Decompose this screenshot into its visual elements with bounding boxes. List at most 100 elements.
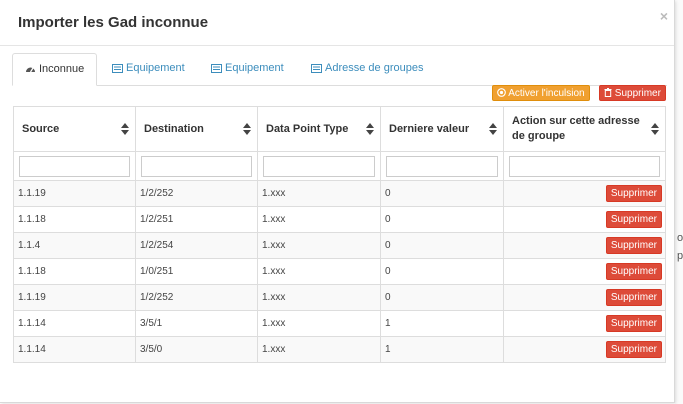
table-row: 1.1.14 3/5/0 1.xxx 1 Supprimer (13, 336, 666, 363)
cell-action: Supprimer (503, 284, 666, 311)
list-icon (311, 64, 322, 73)
cell-action: Supprimer (503, 310, 666, 337)
cell-dpt: 1.xxx (257, 284, 381, 311)
cell-source: 1.1.18 (13, 206, 136, 233)
cell-dpt: 1.xxx (257, 180, 381, 207)
tab-label: Equipement (126, 62, 185, 74)
cell-dpt: 1.xxx (257, 310, 381, 337)
header-row: Source Destination Data Point Type Derni… (13, 106, 666, 152)
column-label: Data Point Type (266, 123, 349, 135)
delete-row-button[interactable]: Supprimer (605, 289, 662, 306)
cell-source: 1.1.14 (13, 336, 136, 363)
filter-destination-input[interactable] (141, 155, 252, 177)
cell-destination: 3/5/1 (135, 310, 258, 337)
filter-row (13, 151, 666, 181)
sort-icon (121, 123, 129, 135)
delete-row-button[interactable]: Supprimer (605, 315, 662, 332)
table-row: 1.1.18 1/2/251 1.xxx 0 Supprimer (13, 206, 666, 233)
column-header-data-point-type[interactable]: Data Point Type (257, 106, 381, 152)
sort-icon (243, 123, 251, 135)
filter-dpt-input[interactable] (263, 155, 375, 177)
cell-source: 1.1.19 (13, 180, 136, 207)
cell-value: 1 (380, 310, 504, 337)
cell-value: 0 (380, 180, 504, 207)
activate-inclusion-button[interactable]: Activer l'inculsion (492, 85, 590, 101)
dot-circle-icon (497, 88, 506, 97)
cell-destination: 1/2/252 (135, 180, 258, 207)
cell-action: Supprimer (503, 232, 666, 259)
filter-cell (380, 151, 504, 181)
list-icon (211, 64, 222, 73)
tab-label: Adresse de groupes (325, 62, 424, 74)
column-header-derniere-valeur[interactable]: Derniere valeur (380, 106, 504, 152)
cell-destination: 1/0/251 (135, 258, 258, 285)
cell-value: 0 (380, 206, 504, 233)
cell-value: 0 (380, 232, 504, 259)
cell-destination: 1/2/252 (135, 284, 258, 311)
cell-action: Supprimer (503, 336, 666, 363)
table-row: 1.1.18 1/0/251 1.xxx 0 Supprimer (13, 258, 666, 285)
modal-header: Importer les Gad inconnue × (0, 0, 674, 46)
modal-title: Importer les Gad inconnue (18, 14, 209, 31)
cell-source: 1.1.18 (13, 258, 136, 285)
list-icon (112, 64, 123, 73)
column-header-source[interactable]: Source (13, 106, 136, 152)
sort-icon (366, 123, 374, 135)
cell-source: 1.1.19 (13, 284, 136, 311)
delete-row-button[interactable]: Supprimer (605, 263, 662, 280)
cell-destination: 1/2/254 (135, 232, 258, 259)
filter-source-input[interactable] (19, 155, 130, 177)
filter-value-input[interactable] (386, 155, 498, 177)
background-page (675, 0, 683, 404)
trash-icon (604, 88, 612, 97)
filter-cell (257, 151, 381, 181)
import-modal: Importer les Gad inconnue × Inconnue Equ… (0, 0, 675, 403)
sort-icon (489, 123, 497, 135)
cell-dpt: 1.xxx (257, 206, 381, 233)
tab-label: Equipement (225, 62, 284, 74)
tab-equipement-2[interactable]: Equipement (199, 53, 296, 84)
activate-inclusion-label: Activer l'inculsion (508, 88, 585, 99)
column-label: Destination (144, 123, 204, 135)
background-text: o (677, 232, 683, 244)
cell-value: 0 (380, 284, 504, 311)
cell-source: 1.1.14 (13, 310, 136, 337)
cell-action: Supprimer (503, 180, 666, 207)
delete-row-button[interactable]: Supprimer (605, 341, 662, 358)
delete-row-button[interactable]: Supprimer (605, 211, 662, 228)
delete-all-button[interactable]: Supprimer (599, 85, 666, 101)
column-header-action[interactable]: Action sur cette adresse de groupe (503, 106, 666, 152)
cell-value: 0 (380, 258, 504, 285)
cell-destination: 1/2/251 (135, 206, 258, 233)
table-row: 1.1.4 1/2/254 1.xxx 0 Supprimer (13, 232, 666, 259)
background-text: p (677, 250, 683, 262)
cell-value: 1 (380, 336, 504, 363)
column-label: Derniere valeur (389, 123, 470, 135)
cell-dpt: 1.xxx (257, 232, 381, 259)
cell-destination: 3/5/0 (135, 336, 258, 363)
delete-all-label: Supprimer (614, 88, 661, 99)
sort-icon (651, 123, 659, 135)
tab-bar: Inconnue Equipement Equipement Adresse d… (12, 53, 667, 86)
column-header-destination[interactable]: Destination (135, 106, 258, 152)
column-label: Source (22, 123, 60, 135)
close-icon[interactable]: × (660, 8, 668, 24)
delete-row-button[interactable]: Supprimer (605, 237, 662, 254)
cell-action: Supprimer (503, 206, 666, 233)
tab-equipement[interactable]: Equipement (100, 53, 197, 84)
tab-label: Inconnue (39, 63, 85, 75)
table-row: 1.1.19 1/2/252 1.xxx 0 Supprimer (13, 284, 666, 311)
filter-cell (503, 151, 666, 181)
table-row: 1.1.19 1/2/252 1.xxx 0 Supprimer (13, 180, 666, 207)
tab-adresse-de-groupes[interactable]: Adresse de groupes (299, 53, 435, 84)
delete-row-button[interactable]: Supprimer (605, 185, 662, 202)
dashboard-icon (26, 67, 35, 73)
filter-cell (13, 151, 136, 181)
gad-table: Source Destination Data Point Type Derni… (13, 106, 666, 363)
column-label: Action sur cette adresse de groupe (512, 115, 640, 142)
filter-action-input[interactable] (509, 155, 660, 177)
tab-inconnue[interactable]: Inconnue (12, 53, 98, 86)
filter-cell (135, 151, 258, 181)
cell-source: 1.1.4 (13, 232, 136, 259)
cell-dpt: 1.xxx (257, 258, 381, 285)
